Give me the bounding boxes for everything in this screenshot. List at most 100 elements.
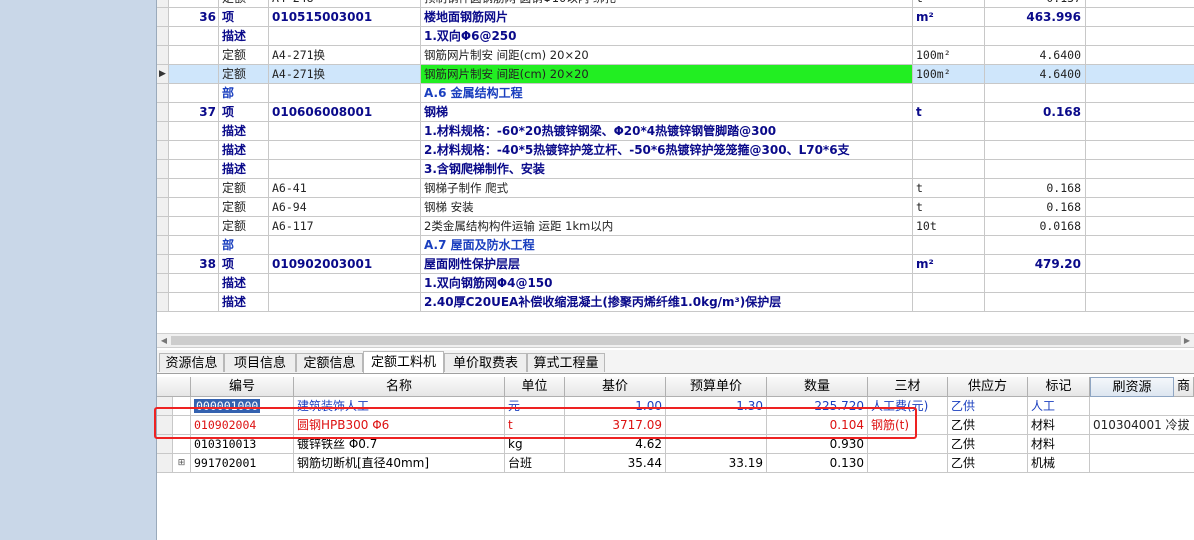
- row-name[interactable]: 钢梯 安装: [421, 198, 913, 217]
- row-type[interactable]: 描述: [219, 293, 269, 312]
- resource-base-price[interactable]: 4.62: [565, 435, 666, 454]
- bill-row[interactable]: 描述 3.含钢爬梯制作、安装: [157, 160, 1194, 179]
- bill-row[interactable]: 描述 1.双向Φ6@250: [157, 27, 1194, 46]
- row-unit[interactable]: [913, 274, 985, 293]
- resource-supplier[interactable]: 乙供: [948, 435, 1028, 454]
- column-header-7[interactable]: 供应方: [948, 377, 1028, 397]
- tab-0[interactable]: 资源信息: [159, 353, 224, 372]
- row-unit[interactable]: m²: [913, 8, 985, 27]
- row-unit[interactable]: [913, 27, 985, 46]
- row-type[interactable]: 描述: [219, 122, 269, 141]
- row-type[interactable]: 定额: [219, 179, 269, 198]
- column-header-1[interactable]: 名称: [294, 377, 505, 397]
- row-quantity[interactable]: [985, 293, 1086, 312]
- selected-code[interactable]: 000001000: [194, 399, 261, 413]
- expand-icon[interactable]: ⊞: [173, 454, 191, 473]
- resource-unit[interactable]: 元: [505, 397, 565, 416]
- column-header-9[interactable]: 刷资源: [1090, 377, 1174, 397]
- row-quantity[interactable]: [985, 160, 1086, 179]
- row-name[interactable]: 1.双向钢筋网Φ4@150: [421, 274, 913, 293]
- row-unit[interactable]: t: [913, 179, 985, 198]
- resource-extra[interactable]: [1090, 454, 1194, 473]
- bill-row[interactable]: 37 项 010606008001 钢梯 t 0.168: [157, 103, 1194, 122]
- bill-row[interactable]: 部 A.7 屋面及防水工程: [157, 236, 1194, 255]
- row-code[interactable]: 010515003001: [269, 8, 421, 27]
- column-header-3[interactable]: 基价: [565, 377, 666, 397]
- resource-code[interactable]: 010310013: [191, 435, 294, 454]
- column-header-10[interactable]: 商: [1174, 377, 1194, 397]
- row-quantity[interactable]: 0.168: [985, 179, 1086, 198]
- row-code[interactable]: [269, 84, 421, 103]
- row-name[interactable]: 钢梯子制作 爬式: [421, 179, 913, 198]
- resource-base-price[interactable]: 3717.09: [565, 416, 666, 435]
- bill-row[interactable]: 描述 1.双向钢筋网Φ4@150: [157, 274, 1194, 293]
- row-seq[interactable]: [169, 27, 219, 46]
- bill-row[interactable]: 定额 A6-117 2类金属结构构件运输 运距 1km以内 10t 0.0168: [157, 217, 1194, 236]
- resource-extra[interactable]: [1090, 397, 1194, 416]
- resource-quantity[interactable]: 0.130: [767, 454, 868, 473]
- scroll-right-icon[interactable]: ▶: [1180, 334, 1194, 347]
- bill-row[interactable]: 定额 A6-94 钢梯 安装 t 0.168: [157, 198, 1194, 217]
- row-code[interactable]: [269, 141, 421, 160]
- row-code[interactable]: [269, 274, 421, 293]
- row-type[interactable]: 定额: [219, 198, 269, 217]
- row-type[interactable]: 部: [219, 84, 269, 103]
- resource-row[interactable]: 010310013 镀锌铁丝 Φ0.7 kg 4.62 0.930 乙供 材料: [157, 435, 1194, 454]
- quota-resources-grid[interactable]: 编号 名称 单位 基价 预算单价 数量 三材 供应方 标记 刷资源商 000001000 建筑装饰人工…: [157, 375, 1194, 540]
- row-code[interactable]: [269, 293, 421, 312]
- row-quantity[interactable]: 0.137: [985, 0, 1086, 8]
- row-name[interactable]: A.7 屋面及防水工程: [421, 236, 913, 255]
- resource-row[interactable]: 000001000 建筑装饰人工元 1.00 1.30 225.720 人工费(元) 乙供人…: [157, 397, 1194, 416]
- resource-quantity[interactable]: 0.104: [767, 416, 868, 435]
- tab-1[interactable]: 项目信息: [224, 353, 296, 372]
- row-type[interactable]: 定额: [219, 46, 269, 65]
- row-name[interactable]: 预制钢件圆钢筋网 圆钢Φ10以内 绑扎: [421, 0, 913, 8]
- row-code[interactable]: 010606008001: [269, 103, 421, 122]
- row-name[interactable]: 楼地面钢筋网片: [421, 8, 913, 27]
- row-name[interactable]: 1.材料规格：-60*20热镀锌钢梁、Φ20*4热镀锌钢管脚踏@300: [421, 122, 913, 141]
- row-quantity[interactable]: 4.6400: [985, 65, 1086, 84]
- row-name[interactable]: 2.40厚C20UEA补偿收缩混凝土(掺聚丙烯纤维1.0kg/m³)保护层: [421, 293, 913, 312]
- tab-2[interactable]: 定额信息: [296, 353, 363, 372]
- bill-row[interactable]: 描述 2.材料规格：-40*5热镀锌护笼立杆、-50*6热镀锌护笼笼箍@300、L…: [157, 141, 1194, 160]
- row-code[interactable]: A6-94: [269, 198, 421, 217]
- resource-supplier[interactable]: 乙供: [948, 454, 1028, 473]
- horizontal-scrollbar[interactable]: ◀ ▶: [157, 333, 1194, 348]
- row-unit[interactable]: [913, 122, 985, 141]
- resource-unit[interactable]: kg: [505, 435, 565, 454]
- row-name[interactable]: 钢筋网片制安 间距(cm) 20×20: [421, 65, 913, 84]
- row-seq[interactable]: [169, 122, 219, 141]
- row-seq[interactable]: [169, 84, 219, 103]
- bill-row[interactable]: 定额 A6-41 钢梯子制作 爬式 t 0.168: [157, 179, 1194, 198]
- column-header-4[interactable]: 预算单价: [666, 377, 767, 397]
- resource-extra[interactable]: [1090, 435, 1194, 454]
- row-seq[interactable]: [169, 217, 219, 236]
- bill-row[interactable]: 定额A4-248预制钢件圆钢筋网 圆钢Φ10以内 绑扎t0.137: [157, 0, 1194, 8]
- resource-row[interactable]: ⊞ 991702001 钢筋切断机[直径40mm] 台班 35.44 33.19 0.130…: [157, 454, 1194, 473]
- row-quantity[interactable]: [985, 141, 1086, 160]
- row-unit[interactable]: 100m²: [913, 65, 985, 84]
- row-type[interactable]: 描述: [219, 274, 269, 293]
- row-code[interactable]: A6-41: [269, 179, 421, 198]
- row-code[interactable]: [269, 122, 421, 141]
- resource-supplier[interactable]: 乙供: [948, 416, 1028, 435]
- resource-code[interactable]: 010902004: [191, 416, 294, 435]
- row-type[interactable]: 项: [219, 8, 269, 27]
- expand-icon[interactable]: [173, 435, 191, 454]
- resource-row[interactable]: 010902004 圆钢HPB300 Φ6 t 3717.09 0.104 钢筋(t) 乙供…: [157, 416, 1194, 435]
- row-seq[interactable]: 36: [169, 8, 219, 27]
- column-header-5[interactable]: 数量: [767, 377, 868, 397]
- row-name[interactable]: 2类金属结构构件运输 运距 1km以内: [421, 217, 913, 236]
- row-seq[interactable]: [169, 46, 219, 65]
- row-code[interactable]: [269, 27, 421, 46]
- resource-code[interactable]: 991702001: [191, 454, 294, 473]
- row-unit[interactable]: t: [913, 198, 985, 217]
- resource-name[interactable]: 钢筋切断机[直径40mm]: [294, 454, 505, 473]
- row-seq[interactable]: [169, 141, 219, 160]
- row-name[interactable]: 1.双向Φ6@250: [421, 27, 913, 46]
- row-code[interactable]: A4-248: [269, 0, 421, 8]
- bill-row[interactable]: 定额 A4-271换 钢筋网片制安 间距(cm) 20×20 100m² 4.6400: [157, 46, 1194, 65]
- resource-budget-price[interactable]: 33.19: [666, 454, 767, 473]
- row-unit[interactable]: m²: [913, 255, 985, 274]
- row-name[interactable]: 钢筋网片制安 间距(cm) 20×20: [421, 46, 913, 65]
